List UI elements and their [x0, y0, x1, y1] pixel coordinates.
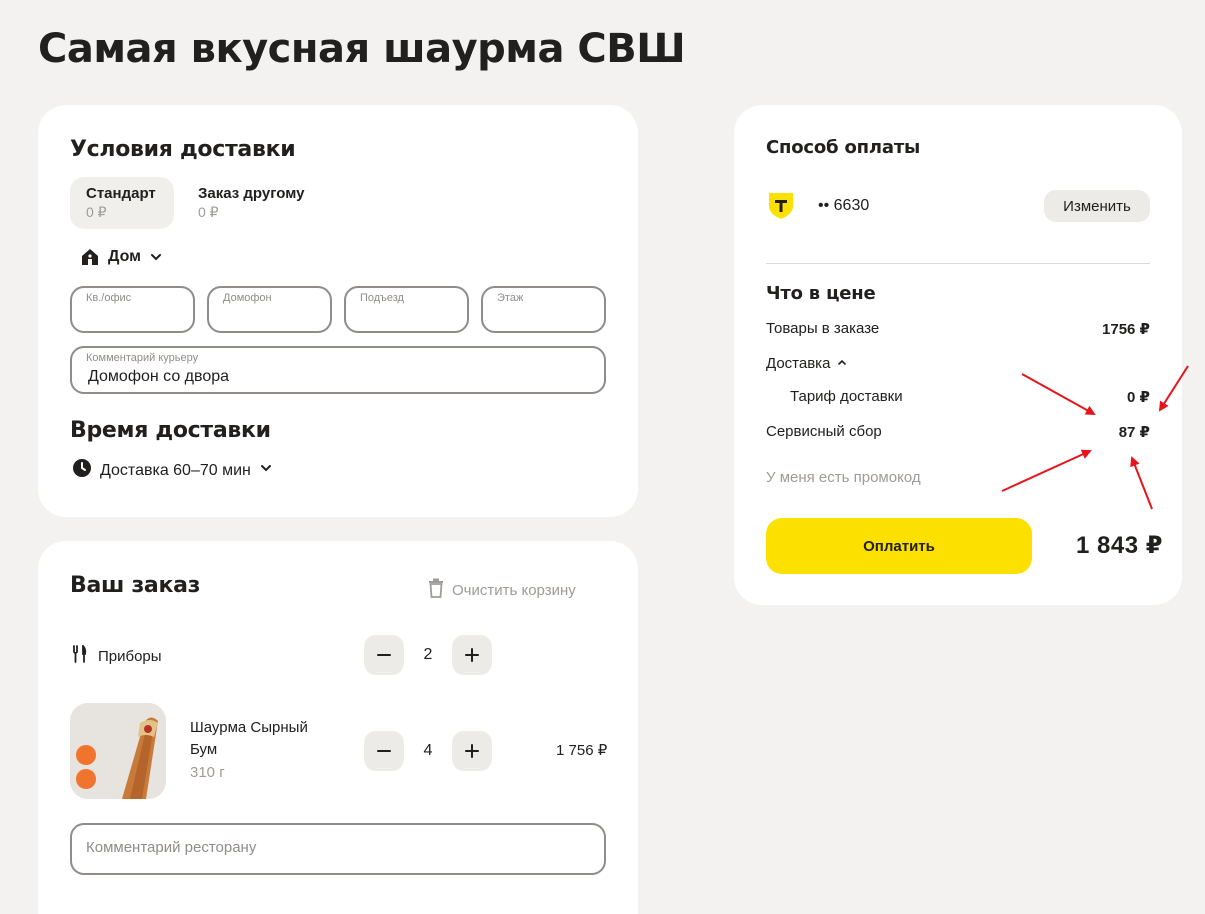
product-increase-button[interactable]	[452, 731, 492, 771]
tab-standard-price: 0 ₽	[86, 204, 107, 220]
chevron-down-icon	[149, 250, 163, 264]
order-total: 1 843 ₽	[1076, 532, 1163, 559]
product-weight: 310 г	[190, 764, 225, 781]
cutlery-quantity: 2	[423, 646, 433, 663]
product-price: 1 756 ₽	[556, 742, 608, 759]
tbank-shield-icon	[766, 191, 796, 221]
delivery-time-selector[interactable]: Доставка 60–70 мин	[72, 458, 273, 483]
chicken-badge-icon	[76, 745, 96, 765]
tab-standard[interactable]: Стандарт 0 ₽	[70, 177, 174, 229]
product-decrease-button[interactable]	[364, 731, 404, 771]
delivery-time-heading: Время доставки	[70, 418, 271, 443]
apartment-label: Кв./офис	[86, 292, 132, 304]
service-fee-value: 87 ₽	[1118, 424, 1150, 441]
chevron-up-icon	[836, 355, 848, 372]
tariff-value: 0 ₽	[1127, 389, 1150, 406]
tab-other-price: 0 ₽	[198, 204, 219, 220]
address-selector[interactable]: Дом	[80, 247, 163, 267]
items-total-label: Товары в заказе	[766, 320, 880, 337]
product-name[interactable]: Шаурма Сырный Бум	[190, 717, 330, 761]
clear-cart-label: Очистить корзину	[452, 581, 576, 599]
card-mask: •• 6630	[818, 197, 870, 214]
floor-label: Этаж	[497, 292, 524, 304]
cutlery-icon	[72, 643, 88, 667]
courier-comment-value: Домофон со двора	[88, 368, 230, 385]
clock-icon	[72, 458, 92, 483]
divider	[766, 263, 1150, 264]
delivery-label: Доставка	[766, 355, 831, 372]
delivery-time-value: Доставка 60–70 мин	[100, 461, 251, 479]
entrance-label: Подъезд	[360, 292, 404, 304]
apartment-field[interactable]: Кв./офис	[70, 286, 195, 333]
promo-code-link[interactable]: У меня есть промокод	[766, 469, 921, 486]
cutlery-increase-button[interactable]	[452, 635, 492, 675]
restaurant-comment-placeholder: Комментарий ресторану	[86, 839, 257, 856]
floor-field[interactable]: Этаж	[481, 286, 606, 333]
intercom-label: Домофон	[223, 292, 272, 304]
product-quantity: 4	[423, 742, 433, 759]
service-fee-label: Сервисный сбор	[766, 423, 882, 440]
restaurant-comment-field[interactable]: Комментарий ресторану	[70, 823, 606, 875]
courier-comment-field[interactable]: Комментарий курьеру Домофон со двора	[70, 346, 606, 394]
payment-heading: Способ оплаты	[766, 137, 921, 158]
payment-card-selector[interactable]: •• 6630	[766, 191, 869, 221]
tab-order-for-other[interactable]: Заказ другому 0 ₽	[182, 177, 322, 229]
courier-comment-label: Комментарий курьеру	[86, 352, 199, 364]
home-icon	[80, 247, 100, 267]
tariff-row: Тариф доставки 0 ₽	[790, 388, 1150, 406]
tariff-label: Тариф доставки	[790, 388, 903, 405]
pay-button[interactable]: Оплатить	[766, 518, 1032, 574]
clear-cart-button[interactable]: Очистить корзину	[428, 578, 576, 602]
trash-icon	[428, 578, 444, 602]
delivery-toggle[interactable]: Доставка	[766, 355, 1150, 372]
chevron-down-icon	[259, 461, 273, 480]
tab-standard-title: Стандарт	[86, 185, 156, 202]
order-heading: Ваш заказ	[70, 573, 201, 598]
cutlery-row: Приборы	[72, 643, 162, 667]
order-card: Ваш заказ Очистить корзину Приборы 2 Шау…	[38, 541, 638, 914]
entrance-field[interactable]: Подъезд	[344, 286, 469, 333]
intercom-field[interactable]: Домофон	[207, 286, 332, 333]
items-total-row: Товары в заказе 1756 ₽	[766, 320, 1150, 338]
product-image[interactable]	[70, 703, 166, 799]
delivery-heading: Условия доставки	[70, 137, 296, 162]
delivery-card: Условия доставки Стандарт 0 ₽ Заказ друг…	[38, 105, 638, 517]
items-total-value: 1756 ₽	[1102, 321, 1150, 338]
page-title: Самая вкусная шаурма СВШ	[38, 26, 686, 72]
address-label: Дом	[108, 248, 141, 265]
payment-card: Способ оплаты •• 6630 Изменить Что в цен…	[734, 105, 1182, 605]
cheese-badge-icon	[76, 769, 96, 789]
breakdown-heading: Что в цене	[766, 283, 876, 304]
cutlery-label: Приборы	[98, 647, 162, 665]
cutlery-decrease-button[interactable]	[364, 635, 404, 675]
service-fee-row: Сервисный сбор 87 ₽	[766, 423, 1150, 441]
change-payment-button[interactable]: Изменить	[1044, 190, 1150, 222]
tab-other-title: Заказ другому	[198, 185, 305, 202]
